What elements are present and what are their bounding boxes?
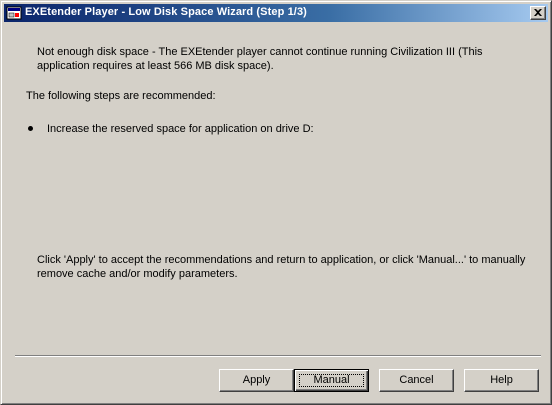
separator [15, 355, 541, 357]
manual-button[interactable]: Manual [294, 369, 369, 392]
app-icon[interactable] [6, 5, 22, 21]
title-bar[interactable]: EXEtender Player - Low Disk Space Wizard… [4, 4, 548, 22]
window-title: EXEtender Player - Low Disk Space Wizard… [25, 6, 307, 18]
error-message: Not enough disk space - The EXEtender pl… [37, 46, 483, 72]
recommended-step: Increase the reserved space for applicat… [47, 123, 314, 135]
cancel-button[interactable]: Cancel [379, 369, 454, 392]
apply-button[interactable]: Apply [219, 369, 294, 392]
apply-button-label: Apply [242, 374, 271, 386]
close-button[interactable] [530, 6, 546, 20]
steps-heading: The following steps are recommended: [26, 90, 216, 102]
close-icon [534, 9, 542, 16]
wizard-window: EXEtender Player - Low Disk Space Wizard… [0, 0, 552, 405]
cancel-button-label: Cancel [399, 374, 434, 386]
manual-button-label: Manual [313, 374, 350, 386]
help-button[interactable]: Help [464, 369, 539, 392]
help-button-label: Help [490, 374, 513, 386]
instructions-text: Click 'Apply' to accept the recommendati… [37, 254, 526, 280]
bullet-icon [28, 126, 33, 131]
